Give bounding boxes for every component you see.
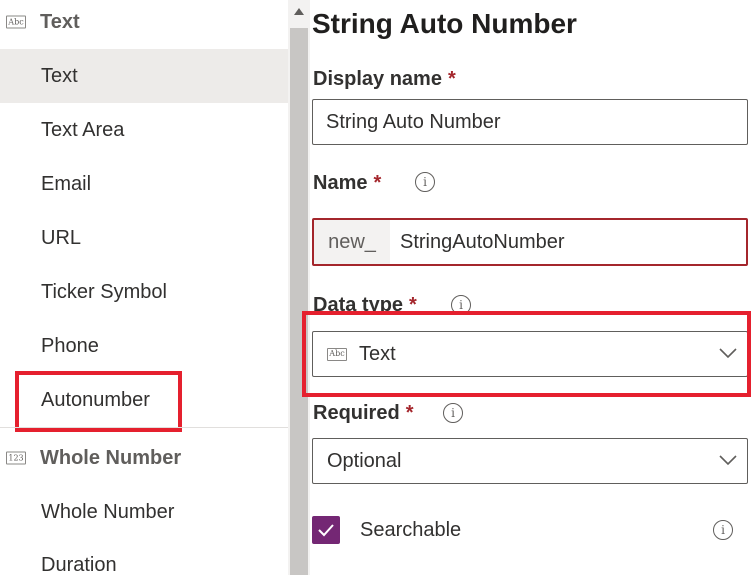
- group-label: Text: [40, 10, 80, 33]
- list-item-label: Phone: [41, 334, 99, 357]
- list-item-label: Ticker Symbol: [41, 280, 167, 303]
- scrollbar[interactable]: [288, 0, 310, 575]
- list-item-url[interactable]: URL: [0, 211, 288, 265]
- data-type-label-text: Data type: [313, 294, 404, 316]
- panel-title: String Auto Number: [312, 8, 577, 39]
- display-name-label-text: Display name: [313, 68, 442, 90]
- scroll-up-arrow-icon[interactable]: [288, 0, 310, 22]
- name-input[interactable]: [390, 220, 746, 264]
- list-item-label: Text Area: [41, 118, 125, 141]
- data-type-dropdown[interactable]: Abc Text: [312, 331, 748, 377]
- required-label: Required *: [313, 402, 413, 425]
- scroll-thumb[interactable]: [290, 28, 308, 575]
- name-label: Name *: [313, 172, 381, 195]
- group-divider: [0, 427, 288, 428]
- checkmark-icon: [318, 524, 334, 537]
- searchable-checkbox[interactable]: [312, 516, 340, 544]
- list-item-label: Autonumber: [41, 388, 150, 411]
- list-item-email[interactable]: Email: [0, 157, 288, 211]
- searchable-info-icon[interactable]: i: [713, 520, 733, 540]
- list-item-whole-number[interactable]: Whole Number: [0, 485, 288, 539]
- column-properties-panel: String Auto Number Display name* Name* i…: [302, 0, 756, 575]
- display-name-input[interactable]: [312, 99, 748, 145]
- list-item-duration[interactable]: Duration: [0, 538, 288, 575]
- required-value: Optional: [327, 449, 402, 472]
- required-dropdown[interactable]: Optional: [312, 438, 748, 484]
- list-item-label: Text: [41, 64, 78, 87]
- list-item-label: Email: [41, 172, 92, 195]
- name-label-text: Name: [313, 172, 368, 194]
- group-label: Whole Number: [40, 446, 182, 469]
- chevron-down-icon: [719, 348, 737, 359]
- required-asterisk: *: [373, 172, 382, 194]
- group-header-text: Abc Text: [0, 0, 288, 44]
- name-input-group: new_: [312, 218, 748, 266]
- required-label-text: Required: [313, 402, 400, 424]
- list-item-label: URL: [41, 226, 82, 249]
- required-asterisk: *: [447, 68, 456, 90]
- list-item-text-area[interactable]: Text Area: [0, 103, 288, 157]
- searchable-label: Searchable: [360, 519, 462, 541]
- group-header-whole-number: 123 Whole Number: [0, 436, 288, 480]
- list-item-phone[interactable]: Phone: [0, 319, 288, 373]
- required-asterisk: *: [409, 294, 417, 316]
- field-type-list: Abc Text Text Text Area Email URL Ticker…: [0, 0, 288, 575]
- chevron-down-icon: [719, 455, 737, 466]
- abc-text-type-icon: Abc: [327, 347, 347, 361]
- data-type-label: Data type *: [313, 294, 417, 317]
- number-type-icon: 123: [6, 451, 26, 465]
- name-prefix: new_: [314, 220, 390, 264]
- abc-text-type-icon: Abc: [6, 15, 26, 29]
- display-name-label: Display name *: [313, 68, 456, 91]
- name-info-icon[interactable]: i: [415, 172, 435, 192]
- data-type-info-icon[interactable]: i: [451, 295, 471, 315]
- required-info-icon[interactable]: i: [443, 403, 463, 423]
- list-item-label: Duration: [41, 553, 117, 575]
- required-asterisk: *: [405, 402, 414, 424]
- list-item-text[interactable]: Text: [0, 49, 288, 103]
- list-item-autonumber[interactable]: Autonumber: [0, 373, 288, 427]
- data-type-value: Text: [359, 342, 396, 365]
- list-item-label: Whole Number: [41, 500, 175, 523]
- list-item-ticker-symbol[interactable]: Ticker Symbol: [0, 265, 288, 319]
